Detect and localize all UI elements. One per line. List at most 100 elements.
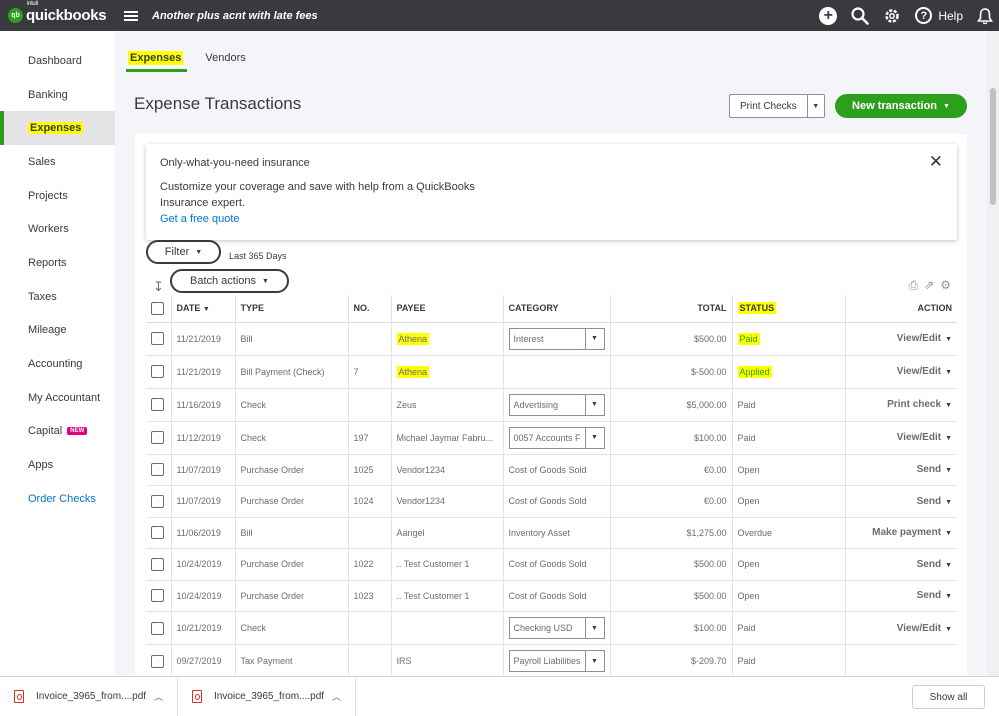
row-checkbox[interactable] [151, 526, 164, 540]
scrollbar-thumb[interactable] [990, 88, 996, 205]
sidebar-item-accounting[interactable]: Accounting [0, 347, 115, 381]
row-action[interactable]: View/Edit ▼ [845, 611, 957, 645]
sidebar-item-projects[interactable]: Projects [0, 179, 115, 213]
sort-arrow-icon[interactable]: ↧ [153, 279, 164, 295]
create-plus-icon[interactable]: + [819, 6, 838, 25]
filter-button[interactable]: Filter ▼ [146, 240, 221, 264]
help-button[interactable]: ? Help [915, 7, 963, 24]
gear-icon[interactable] [883, 7, 901, 25]
sidebar-item-expenses[interactable]: Expenses [0, 111, 115, 146]
show-all-button[interactable]: Show all [912, 685, 985, 709]
insurance-title: Only-what-you-need insurance [160, 157, 310, 169]
row-action[interactable]: View/Edit ▼ [845, 355, 957, 389]
row-action[interactable]: View/Edit ▼ [845, 421, 957, 455]
sidebar-item-capital[interactable]: Capital NEW [0, 415, 115, 449]
cell-no [348, 517, 392, 549]
row-checkbox[interactable] [151, 431, 164, 444]
row-checkbox[interactable] [151, 654, 164, 668]
chevron-down-icon[interactable]: ▼ [945, 402, 952, 409]
col-type[interactable]: TYPE [235, 295, 349, 323]
col-total[interactable]: TOTAL [610, 295, 733, 323]
row-action[interactable]: View/Edit ▼ [845, 322, 957, 356]
sidebar-item-workers[interactable]: Workers [0, 212, 115, 246]
chevron-down-icon[interactable]: ▼ [945, 467, 952, 474]
sidebar-item-taxes[interactable]: Taxes [0, 280, 115, 314]
print-icon[interactable]: ⎙ [909, 278, 919, 293]
sidebar-item-mileage[interactable]: Mileage [0, 314, 115, 348]
row-action[interactable]: Send ▼ [845, 580, 957, 612]
col-date[interactable]: DATE ▼ [171, 295, 236, 323]
close-icon[interactable]: ✕ [929, 152, 943, 172]
category-select[interactable]: 0057 Accounts F ▼ [508, 426, 605, 449]
download-item[interactable]: Invoice_3965_from....pdf ︿ [178, 676, 356, 716]
cell-type: Check [235, 611, 349, 645]
sidebar-item-sales[interactable]: Sales [0, 145, 115, 179]
page-scrollbar[interactable] [987, 31, 999, 676]
row-checkbox[interactable] [151, 589, 164, 603]
row-checkbox[interactable] [151, 365, 164, 378]
chevron-down-icon[interactable]: ▼ [945, 435, 952, 442]
chevron-down-icon[interactable]: ▼ [945, 530, 952, 537]
row-action[interactable] [845, 644, 957, 678]
cell-type: Bill Payment (Check) [235, 355, 349, 389]
sidebar-item-reports[interactable]: Reports [0, 246, 115, 280]
row-checkbox[interactable] [151, 621, 164, 635]
row-action[interactable]: Send ▼ [845, 485, 957, 518]
sidebar-item-dashboard[interactable]: Dashboard [0, 44, 115, 78]
print-checks-label[interactable]: Print Checks [730, 95, 808, 117]
sidebar-item-apps[interactable]: Apps [0, 448, 115, 482]
row-action[interactable]: Make payment ▼ [845, 517, 957, 549]
row-checkbox[interactable] [151, 494, 164, 508]
chevron-down-icon[interactable]: ▼ [945, 593, 952, 600]
chevron-down-icon[interactable]: ▼ [945, 562, 952, 569]
row-checkbox[interactable] [151, 463, 164, 477]
sidebar-item-my-accountant[interactable]: My Accountant [0, 381, 115, 415]
category-select[interactable]: Advertising ▼ [508, 393, 605, 416]
row-checkbox[interactable] [151, 398, 164, 411]
batch-actions-button[interactable]: Batch actions ▼ [170, 269, 289, 293]
row-action[interactable]: Send ▼ [845, 454, 957, 486]
col-category[interactable]: CATEGORY [503, 295, 611, 323]
row-checkbox[interactable] [151, 557, 164, 571]
cell-status: Overdue [732, 517, 846, 549]
help-icon: ? [915, 7, 933, 24]
chevron-up-icon[interactable]: ︿ [154, 690, 163, 703]
free-quote-link[interactable]: Get a free quote [160, 211, 500, 227]
download-filename: Invoice_3965_from....pdf [36, 691, 147, 702]
chevron-down-icon[interactable]: ▼ [808, 95, 824, 117]
col-no[interactable]: NO. [348, 295, 392, 323]
row-checkbox[interactable] [151, 332, 164, 345]
hamburger-menu-icon[interactable] [124, 9, 138, 23]
col-payee[interactable]: PAYEE [391, 295, 504, 323]
table-row: 11/16/2019 Check Zeus Advertising ▼ $5,00… [146, 388, 957, 422]
cell-payee: IRS [391, 644, 504, 678]
left-sidebar: Dashboard Banking Expenses Sales Project… [0, 31, 115, 676]
cell-date: 11/21/2019 [171, 322, 236, 356]
category-select[interactable]: Checking USD ▼ [508, 617, 605, 639]
search-icon[interactable] [851, 6, 870, 25]
row-action[interactable]: Send ▼ [845, 548, 957, 581]
quickbooks-logo[interactable]: qb intuit quickbooks [0, 1, 120, 24]
select-all-checkbox[interactable] [151, 301, 164, 315]
table-header-row: DATE ▼ TYPE NO. PAYEE CATEGORY TOTAL STA… [146, 295, 957, 323]
print-checks-button[interactable]: Print Checks ▼ [729, 94, 825, 118]
category-select[interactable]: Payroll Liabilities ▼ [508, 650, 605, 672]
tab-vendors[interactable]: Vendors [205, 52, 245, 69]
settings-gear-icon[interactable]: ⚙ [940, 278, 951, 293]
export-icon[interactable]: ⇗ [924, 278, 934, 293]
notification-bell-icon[interactable] [977, 7, 993, 25]
category-select[interactable]: Interest ▼ [508, 327, 605, 350]
sidebar-item-banking[interactable]: Banking [0, 78, 115, 112]
chevron-down-icon[interactable]: ▼ [945, 336, 952, 343]
sidebar-item-order-checks[interactable]: Order Checks [0, 482, 115, 516]
chevron-down-icon[interactable]: ▼ [945, 499, 952, 506]
chevron-up-icon[interactable]: ︿ [332, 690, 341, 703]
chevron-down-icon[interactable]: ▼ [945, 626, 952, 633]
new-transaction-button[interactable]: New transaction ▼ [835, 94, 967, 118]
chevron-down-icon[interactable]: ▼ [945, 369, 952, 376]
col-status[interactable]: STATUS [732, 295, 846, 323]
row-action[interactable]: Print check ▼ [845, 388, 957, 422]
cell-status: Paid [732, 388, 846, 422]
download-item[interactable]: Invoice_3965_from....pdf ︿ [0, 676, 178, 716]
tab-expenses[interactable]: Expenses [125, 51, 188, 72]
